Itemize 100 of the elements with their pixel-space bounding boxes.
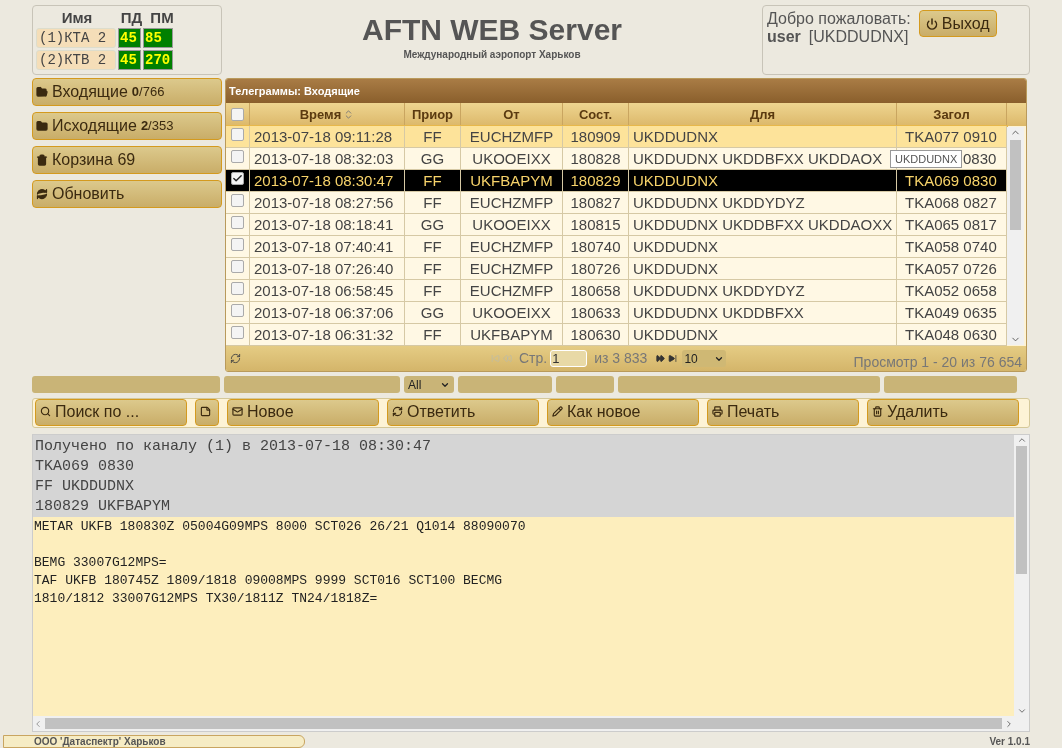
checkbox[interactable] (231, 238, 244, 251)
previous-page-icon[interactable] (503, 354, 512, 363)
table-cell: TKA077 0910 (905, 128, 997, 145)
table-cell: EUCHZMFP (469, 238, 554, 255)
folder-button[interactable]: Корзина 69 (32, 146, 222, 174)
message-body: METAR UKFB 180830Z 05004G09MPS 8000 SCT026 26/21 Q1014 88090070 BEMG 33007G12MPS= TAF UKFB 180745Z 1809/1818 09008MPS 9999 SCT016 SCT100 BECMG 1810/1812 33007G12MPS TX30/1811Z TN24/1818Z= (33, 518, 527, 608)
table-row[interactable]: 2013-07-18 06:58:45 FF EUCHZMFP 180658 UKDDUDNX UKDDYDYZ TKA052 0658 (226, 280, 1007, 302)
last-page-icon[interactable] (668, 354, 678, 363)
action-button[interactable]: Поиск по ... (35, 399, 187, 426)
scroll-right-icon (1004, 718, 1014, 729)
table-cell: UKFBAPYM (470, 326, 553, 343)
folder-button[interactable]: Входящие 0/766 (32, 78, 222, 106)
table-cell: 2013-07-18 07:40:41 (254, 238, 394, 255)
table-cell: UKOOEIXX (472, 216, 551, 233)
table-cell: 180828 (570, 150, 621, 167)
folder-button[interactable]: Обновить (32, 180, 222, 208)
table-row[interactable]: 2013-07-18 06:31:32 FF UKFBAPYM 180630 UKDDUDNX TKA048 0630 (226, 324, 1007, 346)
action-button[interactable]: Новое (227, 399, 379, 426)
message-header-line: Получено по каналу (1) в 2013-07-18 08:30:47 (35, 437, 433, 457)
filter-field[interactable] (884, 376, 1017, 393)
table-cell: TKA069 0830 (905, 172, 997, 189)
table-cell: TKA068 0827 (905, 194, 997, 211)
table-cell: FF (423, 282, 442, 299)
action-button[interactable] (195, 399, 219, 426)
table-row[interactable]: 2013-07-18 08:30:47 FF UKFBAPYM 180829 UKDDUDNX TKA069 0830 (226, 170, 1007, 192)
column-header: Имя (60, 7, 94, 28)
company-name: ООО 'Датаспектр' Харьков (3, 735, 305, 748)
filter-field[interactable] (458, 376, 552, 393)
table-cell: 180827 (570, 194, 621, 211)
table-cell: FF (423, 172, 442, 189)
channel-name: (2)КТВ 2 (36, 50, 116, 70)
table-cell: UKOOEIXX (472, 304, 551, 321)
table-cell: UKDDUDNX (633, 238, 718, 255)
message-header-line: 180829 UKFBAPYM (35, 497, 172, 517)
page-input[interactable]: 1 (550, 350, 588, 367)
next-page-icon[interactable] (656, 354, 666, 363)
folder-button[interactable]: Исходящие 2/353 (32, 112, 222, 140)
table-cell: EUCHZMFP (469, 194, 554, 211)
checkbox[interactable] (231, 172, 244, 185)
table-cell: UKOOEIXX (472, 150, 551, 167)
checkbox[interactable] (231, 326, 244, 339)
table-row[interactable]: 2013-07-18 06:37:06 GG UKOOEIXX 180633 UKDDUDNX UKDDBFXX TKA049 0635 (226, 302, 1007, 324)
checkbox[interactable] (231, 216, 244, 229)
checkbox[interactable] (231, 282, 244, 295)
table-row[interactable]: 2013-07-18 09:11:28 FF EUCHZMFP 180909 UKDDUDNX TKA077 0910 (226, 126, 1007, 148)
table-cell: 2013-07-18 08:32:03 (254, 150, 394, 167)
table-cell: TKA049 0635 (905, 304, 997, 321)
table-cell: 180658 (570, 282, 621, 299)
first-page-icon[interactable] (491, 354, 500, 363)
table-cell: UKDDUDNX (633, 260, 718, 277)
channel-value: 45 (118, 28, 141, 48)
table-cell: FF (423, 326, 442, 343)
table-cell: EUCHZMFP (469, 282, 554, 299)
table-row[interactable]: 2013-07-18 07:26:40 FF EUCHZMFP 180726 UKDDUDNX TKA057 0726 (226, 258, 1007, 280)
page-size-select[interactable]: 10 (682, 350, 727, 367)
table-cell: GG (420, 304, 445, 321)
table-row[interactable]: 2013-07-18 08:27:56 FF EUCHZMFP 180827 UKDDUDNX UKDDYDYZ TKA068 0827 (226, 192, 1007, 214)
checkbox[interactable] (231, 150, 244, 163)
action-button[interactable]: Удалить (867, 399, 1019, 426)
scrollbar[interactable] (33, 716, 1029, 731)
page-summary: Просмотр 1 - 20 из 76 654 (853, 353, 1022, 371)
envelope-icon (232, 406, 243, 417)
version-text: Ver 1.0.1 (989, 735, 1030, 748)
scroll-up-icon (1016, 435, 1027, 445)
filter-field[interactable] (556, 376, 614, 393)
checkbox[interactable] (231, 194, 244, 207)
table-cell: 2013-07-18 06:58:45 (254, 282, 394, 299)
table-cell: FF (423, 194, 442, 211)
table-cell: FF (423, 128, 442, 145)
checkbox[interactable] (231, 260, 244, 273)
checkbox[interactable] (231, 304, 244, 317)
filter-field[interactable] (224, 376, 400, 393)
action-button[interactable]: Как новое (547, 399, 699, 426)
table-row[interactable]: 2013-07-18 08:18:41 GG UKOOEIXX 180815 UKDDUDNX UKDDBFXX UKDDAOXX TKA065 0817 (226, 214, 1007, 236)
table-row[interactable]: 2013-07-18 07:40:41 FF EUCHZMFP 180740 UKDDUDNX TKA058 0740 (226, 236, 1007, 258)
table-cell: 2013-07-18 06:37:06 (254, 304, 394, 321)
scrollbar[interactable] (1014, 435, 1029, 716)
scrollbar[interactable] (1007, 127, 1024, 345)
table-cell: TKA052 0658 (905, 282, 997, 299)
logout-button[interactable]: Выход (918, 10, 997, 37)
channel-value: 45 (118, 50, 141, 70)
action-button[interactable]: Печать (707, 399, 859, 426)
app-subtitle: Международный аэропорт Харьков (403, 48, 581, 62)
message-header-line: FF UKDDUDNX (35, 477, 136, 497)
checkbox[interactable] (231, 128, 244, 141)
table-cell: 180633 (570, 304, 621, 321)
filter-field[interactable] (618, 376, 880, 393)
checkbox[interactable] (231, 108, 244, 121)
channel-value: 270 (143, 50, 173, 70)
action-button[interactable]: Ответить (387, 399, 539, 426)
table-cell: 2013-07-18 09:11:28 (254, 128, 393, 145)
channel-name: (1)КТА 2 (36, 28, 116, 48)
table-cell: UKFBAPYM (470, 172, 553, 189)
filter-field[interactable] (32, 376, 220, 393)
tooltip: UKDDUDNX (890, 150, 963, 168)
table-cell: 2013-07-18 07:26:40 (254, 260, 394, 277)
table-cell: FF (423, 260, 442, 277)
table-cell: 2013-07-18 08:18:41 (254, 216, 394, 233)
table-cell: 2013-07-18 06:31:32 (254, 326, 394, 343)
priority-filter-select[interactable]: All (404, 376, 454, 393)
